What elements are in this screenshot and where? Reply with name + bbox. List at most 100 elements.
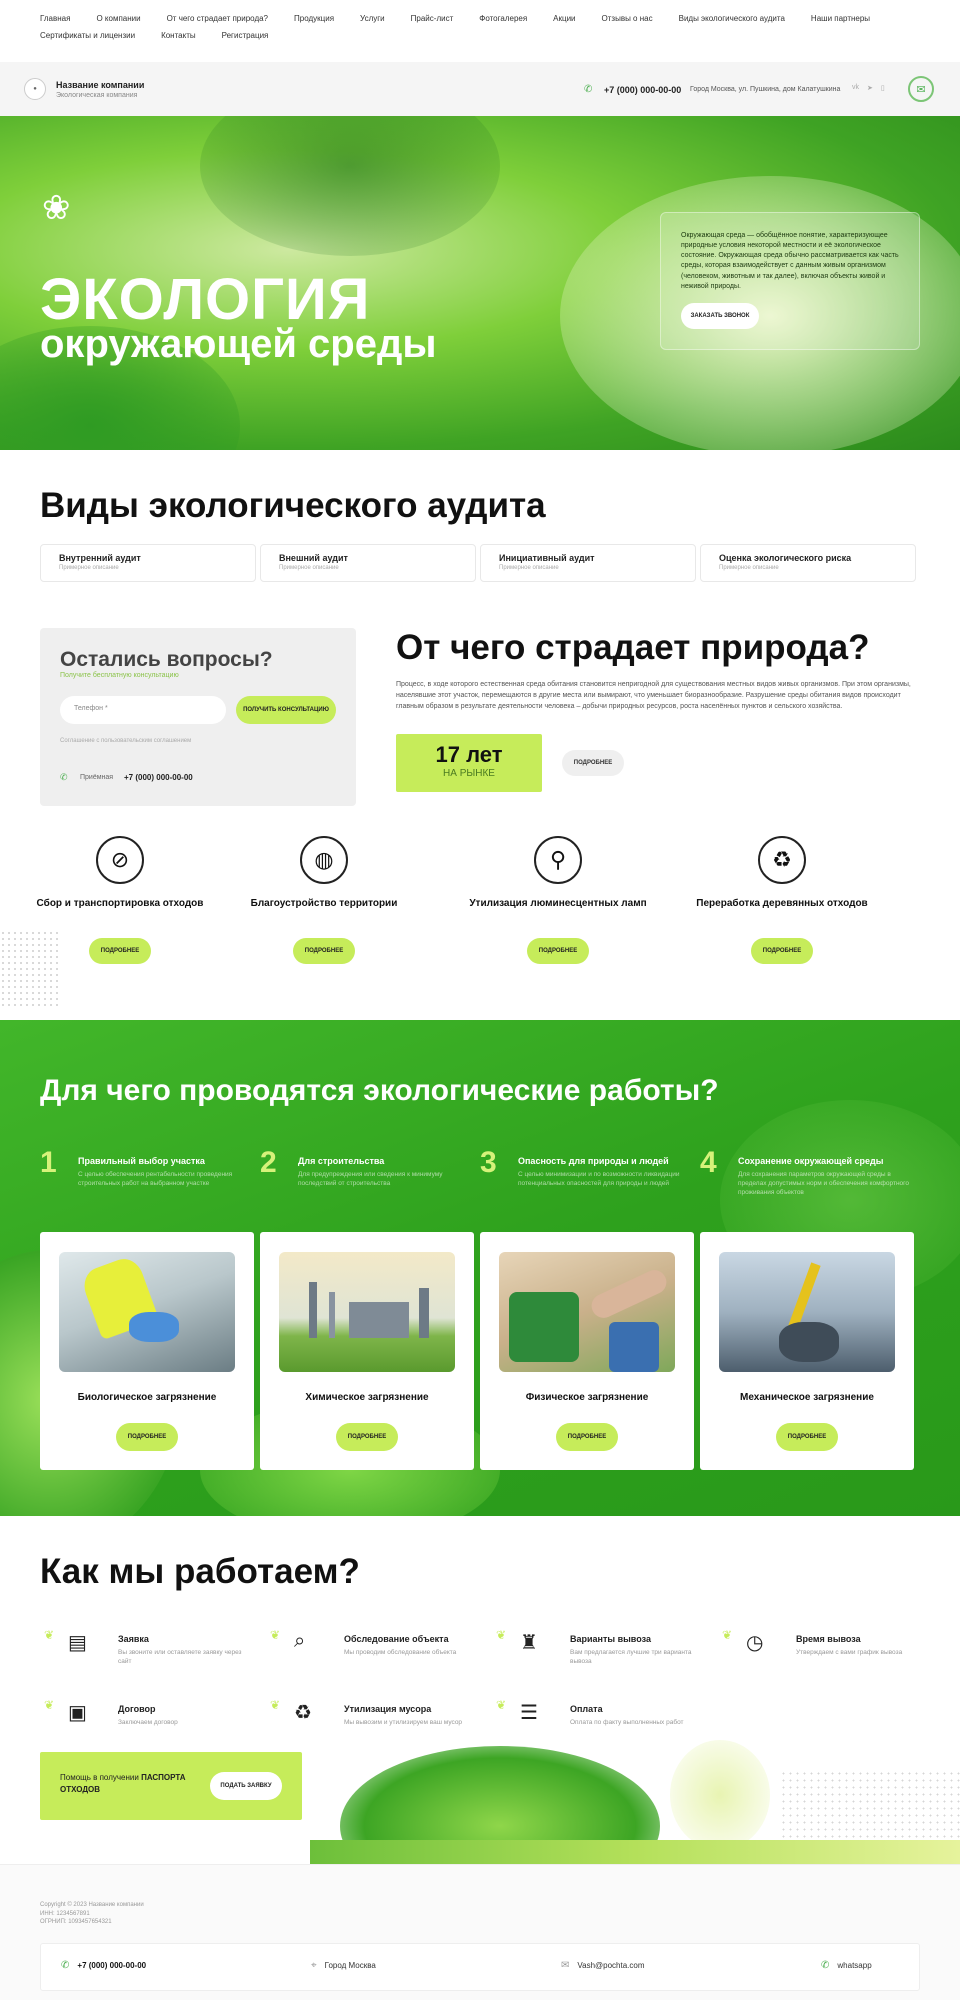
nav-item-promo[interactable]: Акции	[553, 14, 575, 23]
copyright-text: Copyright © 2023 Название компании	[40, 1902, 144, 1908]
phone-input[interactable]: Телефон *	[60, 696, 226, 724]
why-item-text: Для сохранения параметров окружающей сре…	[738, 1171, 910, 1197]
nav-item-certificates[interactable]: Сертификаты и лицензии	[40, 31, 135, 40]
step-title: Время вывоза	[796, 1634, 861, 1644]
step-title: Оплата	[570, 1704, 603, 1714]
tree-recycle-icon: ♻	[746, 836, 806, 884]
form-subtitle: Получите бесплатную консультацию	[60, 672, 179, 679]
audit-tab-external[interactable]: Внешний аудит Примерное описание	[260, 544, 476, 582]
nav-item-main[interactable]: Главная	[40, 14, 70, 23]
leaf-icon: ❦	[496, 1698, 507, 1712]
step-text: Вам предлагается лучшие три варианта выв…	[570, 1649, 692, 1666]
audit-tab-initiative[interactable]: Инициативный аудит Примерное описание	[480, 544, 696, 582]
nav-item-about[interactable]: О компании	[96, 14, 140, 23]
nav-item-audit[interactable]: Виды экологического аудита	[679, 14, 785, 23]
how-title: Как мы работаем?	[40, 1552, 360, 1591]
nav-item-register[interactable]: Регистрация	[222, 31, 269, 40]
service-more-button[interactable]: ПОДРОБНЕЕ	[293, 938, 355, 964]
chem-pollution-image	[279, 1252, 455, 1372]
pollution-more-button[interactable]: ПОДРОБНЕЕ	[116, 1423, 178, 1451]
nav-item-contacts[interactable]: Контакты	[161, 31, 196, 40]
site-header: ● Название компании Экологическая компан…	[0, 62, 960, 116]
mail-icon[interactable]: ✉	[908, 76, 934, 102]
service-item: ◍ Благоустройство территории ПОДРОБНЕЕ	[234, 836, 414, 964]
nav-item-price[interactable]: Прайс-лист	[411, 14, 454, 23]
callback-button[interactable]: ЗАКАЗАТЬ ЗВОНОК	[681, 303, 759, 329]
pollution-more-button[interactable]: ПОДРОБНЕЕ	[776, 1423, 838, 1451]
nav-item-suffers[interactable]: От чего страдает природа?	[167, 14, 268, 23]
nav-item-products[interactable]: Продукция	[294, 14, 334, 23]
pollution-more-button[interactable]: ПОДРОБНЕЕ	[556, 1423, 618, 1451]
why-item-text: Для предупреждения или сведения к миниму…	[298, 1171, 443, 1188]
step-title: Заявка	[118, 1634, 149, 1644]
service-more-button[interactable]: ПОДРОБНЕЕ	[751, 938, 813, 964]
lamp-icon: ⚲	[522, 836, 582, 884]
hero-subtitle: окружающей среды	[40, 322, 437, 366]
audit-tabs: Внутренний аудит Примерное описание Внешн…	[40, 544, 916, 582]
audit-tab-internal[interactable]: Внутренний аудит Примерное описание	[40, 544, 256, 582]
passport-banner: Помощь в получении ПАСПОРТА ОТХОДОВ ПОДА…	[40, 1752, 302, 1820]
step-title: Варианты вывоза	[570, 1634, 651, 1644]
location-icon: ⌖	[311, 1960, 317, 1971]
phone-icon: ✆	[61, 1960, 70, 1971]
why-number: 1	[40, 1146, 57, 1179]
viber-icon[interactable]: ▯	[881, 84, 885, 92]
header-phone[interactable]: +7 (000) 000-00-00	[604, 85, 681, 95]
nav-item-services[interactable]: Услуги	[360, 14, 385, 23]
pollution-more-button[interactable]: ПОДРОБНЕЕ	[336, 1423, 398, 1451]
pollution-title: Химическое загрязнение	[305, 1392, 429, 1403]
submit-request-button[interactable]: ПОДАТЬ ЗАЯВКУ	[210, 1772, 282, 1800]
why-item-title: Для строительства	[298, 1156, 385, 1166]
header-address: Город Москва, ул. Пушкина, дом Калатушки…	[690, 86, 841, 93]
recycle-icon: ♻	[294, 1702, 312, 1724]
top-nav: Главная О компании От чего страдает прир…	[0, 0, 960, 62]
service-title: Сбор и транспортировка отходов	[36, 898, 204, 909]
service-item: ♻ Переработка деревянных отходов ПОДРОБН…	[692, 836, 872, 964]
payment-icon: ☰	[520, 1702, 538, 1724]
telegram-icon[interactable]: ➤	[867, 84, 873, 92]
leaf-icon: ❦	[270, 1698, 281, 1712]
why-item-text: С целью минимизации и по возможности лик…	[518, 1171, 680, 1188]
footer-whatsapp[interactable]: ✆ whatsapp	[821, 1960, 872, 1971]
bio-pollution-image	[59, 1252, 235, 1372]
why-number: 4	[700, 1146, 717, 1179]
vk-icon[interactable]: vk	[852, 84, 859, 92]
service-title: Утилизация люминесцентных ламп	[469, 898, 647, 909]
leaf-icon: ❦	[496, 1628, 507, 1642]
pollution-card: Биологическое загрязнение ПОДРОБНЕЕ	[40, 1232, 254, 1470]
service-item: ⊘ Сбор и транспортировка отходов ПОДРОБН…	[30, 836, 210, 964]
service-item: ⚲ Утилизация люминесцентных ламп ПОДРОБН…	[468, 836, 648, 964]
service-title: Переработка деревянных отходов	[696, 898, 868, 909]
step-title: Договор	[118, 1704, 156, 1714]
company-name: Название компании	[56, 80, 145, 90]
footer-phone[interactable]: ✆ +7 (000) 000-00-00	[61, 1960, 146, 1971]
nav-item-gallery[interactable]: Фотогалерея	[479, 14, 527, 23]
contract-icon: ▣	[68, 1702, 87, 1724]
footer-email[interactable]: ✉ Vash@pochta.com	[561, 1960, 645, 1971]
whatsapp-icon: ✆	[821, 1960, 830, 1971]
why-section: Для чего проводятся экологические работы…	[0, 1020, 960, 1516]
company-logo[interactable]: ●	[24, 78, 46, 100]
nav-item-partners[interactable]: Наши партнеры	[811, 14, 870, 23]
top-nav-items: Главная О компании От чего страдает прир…	[40, 14, 880, 40]
footer-city: ⌖ Город Москва	[311, 1960, 376, 1971]
step-text: Вы звоните или оставляете заявку через с…	[118, 1649, 242, 1666]
audit-tab-risk[interactable]: Оценка экологического риска Примерное опи…	[700, 544, 916, 582]
consent-text[interactable]: Соглашение с пользовательским соглашение…	[60, 738, 191, 744]
reception-phone[interactable]: +7 (000) 000-00-00	[124, 773, 193, 782]
consultation-form: Остались вопросы? Получите бесплатную ко…	[40, 628, 356, 806]
footer-legal: Copyright © 2023 Название компании ИНН: …	[40, 1901, 144, 1927]
clock-icon: ◷	[746, 1632, 764, 1654]
globe-hands-icon: ❀	[42, 189, 71, 227]
service-more-button[interactable]: ПОДРОБНЕЕ	[527, 938, 589, 964]
social-icons: vk ➤ ▯	[852, 84, 885, 92]
suffers-more-button[interactable]: ПОДРОБНЕЕ	[562, 750, 624, 776]
document-icon: ▤	[68, 1632, 87, 1654]
service-more-button[interactable]: ПОДРОБНЕЕ	[89, 938, 151, 964]
consultation-button[interactable]: ПОЛУЧИТЬ КОНСУЛЬТАЦИЮ	[236, 696, 336, 724]
leaf-icon: ❦	[722, 1628, 733, 1642]
phone-icon: ✆	[584, 84, 593, 95]
nav-item-reviews[interactable]: Отзывы о нас	[602, 14, 653, 23]
step-text: Оплата по факту выполненных работ	[570, 1719, 684, 1726]
phone-icon: ✆	[60, 772, 68, 782]
